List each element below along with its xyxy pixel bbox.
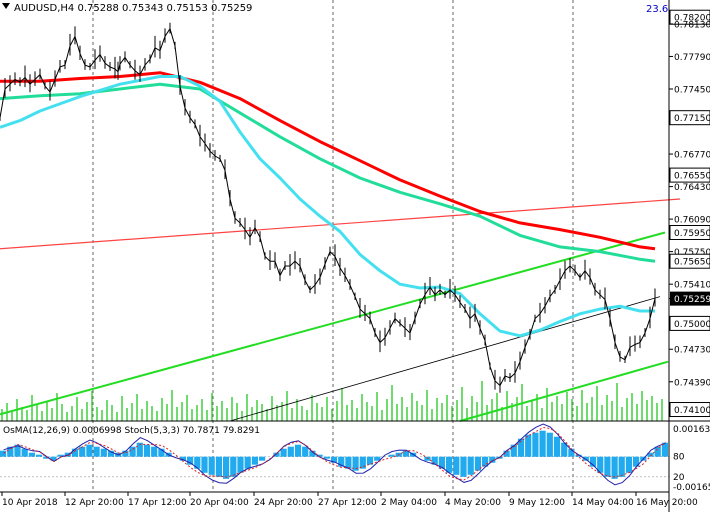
- osma-bar: [294, 444, 302, 457]
- osma-bar: [79, 446, 86, 457]
- price-tick-label: 0.74100: [674, 406, 710, 416]
- price-tick-label: 0.76770: [674, 151, 710, 161]
- price-tick-label: 0.76550: [674, 172, 710, 182]
- oscillator-tick-label: 20: [673, 473, 685, 483]
- time-tick-label: 9 May 12:00: [509, 498, 565, 508]
- osma-bar: [532, 432, 539, 457]
- price-tick-label: 0.78130: [674, 20, 710, 30]
- price-tick-label: 0.76090: [674, 216, 710, 226]
- oscillator-header: OsMA(12,26,9) 0.0006998 Stoch(5,3,3) 70.…: [3, 426, 260, 436]
- osma-bar: [424, 456, 431, 461]
- time-tick-label: 16 May 20:00: [636, 498, 698, 508]
- price-tick-label: 0.77450: [674, 85, 710, 95]
- time-tick-label: 20 Apr 04:00: [190, 498, 249, 508]
- time-tick-label: 2 May 04:00: [381, 498, 437, 508]
- price-tick-label: 0.75410: [674, 281, 710, 291]
- osma-bar: [625, 456, 632, 473]
- osma-bar: [553, 436, 561, 457]
- osma-bar: [86, 444, 93, 457]
- osma-bar: [525, 434, 532, 457]
- price-tick-label: 0.75950: [674, 229, 710, 239]
- price-tick-label: 0.74390: [674, 378, 710, 388]
- osma-bar: [251, 456, 258, 465]
- osma-bar: [604, 456, 611, 477]
- time-tick-label: 4 May 20:00: [445, 498, 501, 508]
- osma-bar: [323, 456, 330, 459]
- price-tick-label: 0.76430: [674, 183, 710, 193]
- time-tick-label: 10 Apr 2018: [2, 498, 58, 508]
- osma-bar: [244, 456, 251, 469]
- osma-bar: [237, 456, 244, 473]
- osma-bar: [201, 456, 208, 473]
- chart-window: 0.78200 0.78130 0.77790 0.77450 0.77150 0.767…: [0, 0, 710, 512]
- osma-bar: [143, 444, 151, 457]
- osma-bar: [460, 456, 467, 477]
- time-tick-label: 17 Apr 12:00: [128, 498, 187, 508]
- osma-bar: [446, 456, 453, 473]
- time-tick-label: 12 Apr 20:00: [65, 498, 124, 508]
- time-tick-label: 24 Apr 20:00: [254, 498, 313, 508]
- price-tick-label: 0.75000: [674, 320, 710, 330]
- osma-bar: [546, 432, 553, 457]
- osma-bar: [259, 456, 266, 461]
- osma-bar: [36, 454, 43, 457]
- time-tick-label: 27 Apr 12:00: [318, 498, 377, 508]
- osma-bar: [654, 446, 661, 457]
- osma-bar: [467, 456, 474, 475]
- oscillator-tick-label: -0.001657: [673, 483, 710, 493]
- osma-bar: [539, 430, 546, 457]
- osma-bar: [21, 448, 28, 457]
- price-tick-label: 0.77790: [674, 53, 710, 63]
- osma-bar: [302, 446, 309, 457]
- osma-bar: [93, 446, 100, 457]
- symbol-header: AUDUSD,H4 0.75288 0.75343 0.75153 0.7525…: [14, 3, 252, 14]
- osma-bar: [100, 448, 107, 457]
- oscillator-tick-label: 0.001632: [673, 425, 710, 435]
- chart-svg: 0.782000.781300.777900.774500.771500.767…: [0, 0, 710, 512]
- osma-bar: [28, 452, 35, 457]
- osma-bar: [208, 456, 215, 475]
- osma-bar: [618, 456, 625, 477]
- osma-bar: [453, 456, 460, 475]
- price-tick-label: 0.74730: [674, 346, 710, 356]
- osma-bar: [287, 446, 294, 457]
- price-tick-label: 0.77150: [674, 114, 710, 124]
- price-tick-label: 0.75650: [674, 258, 710, 268]
- osma-bar: [129, 446, 136, 457]
- osma-bar: [582, 456, 589, 461]
- osma-bar: [187, 456, 194, 465]
- osma-bar: [151, 446, 158, 457]
- osma-bar: [280, 448, 287, 457]
- osma-bar: [0, 450, 7, 457]
- osma-bar: [71, 448, 79, 457]
- price-tick-label: 0.75259: [674, 295, 710, 305]
- time-tick-label: 14 May 04:00: [572, 498, 634, 508]
- osma-bar: [223, 456, 230, 479]
- osma-bar: [230, 456, 237, 477]
- corner-value: 23.6: [646, 4, 668, 15]
- osma-bar: [215, 456, 222, 477]
- osma-bar: [611, 456, 618, 479]
- oscillator-tick-label: 80: [673, 453, 685, 463]
